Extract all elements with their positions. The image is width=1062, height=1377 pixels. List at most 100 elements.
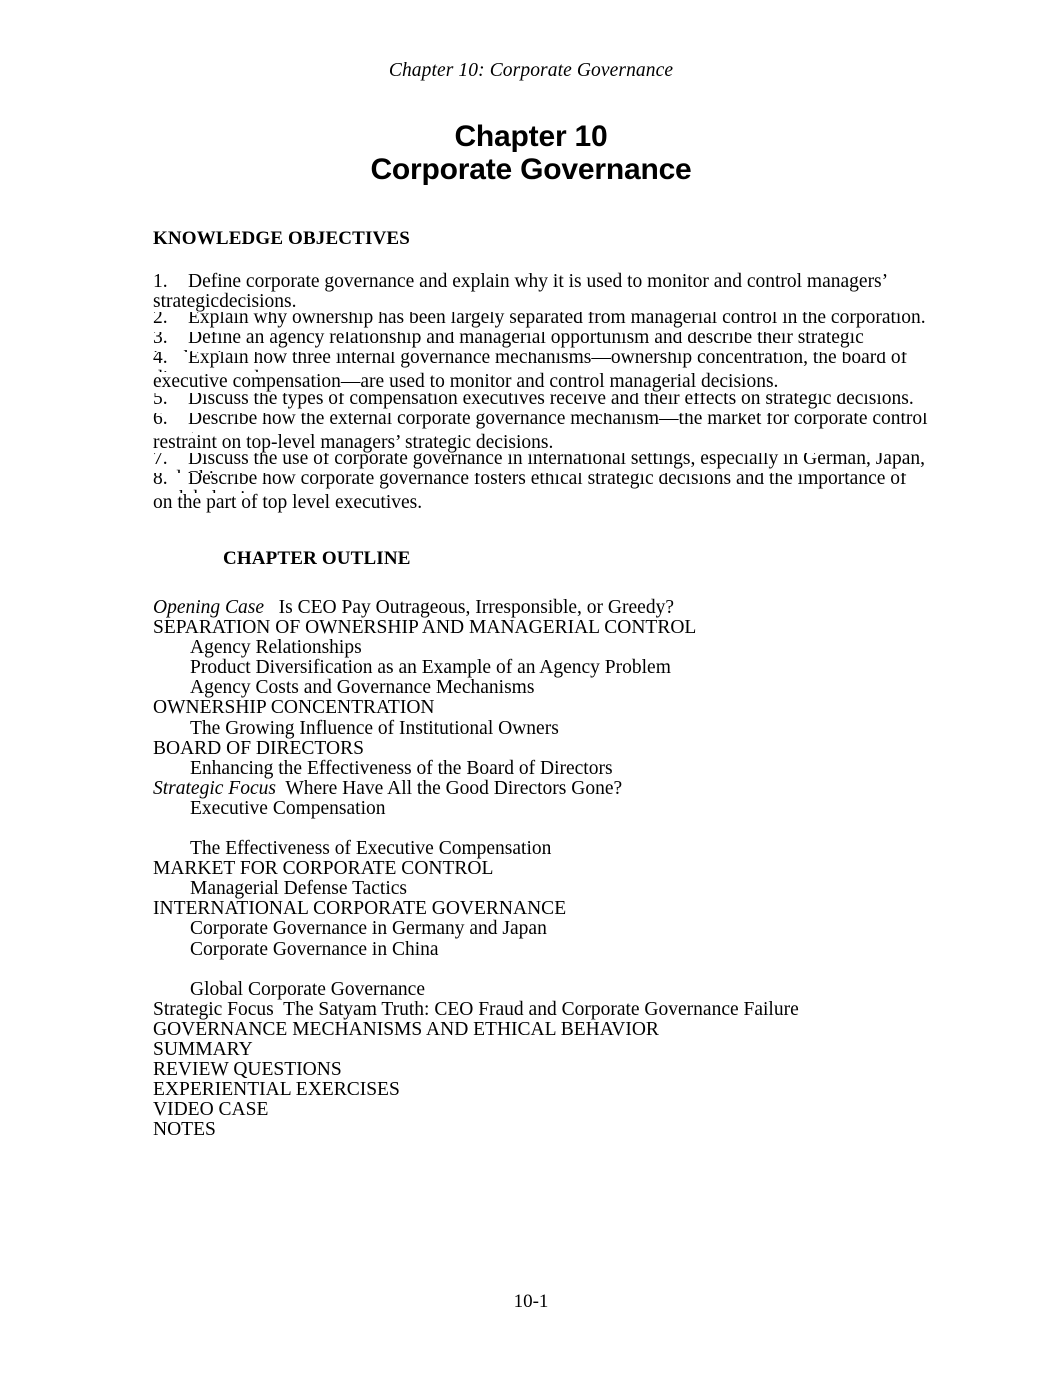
outline-item-text: Global Corporate Governance [190, 978, 425, 1000]
outline-spacer [153, 960, 943, 980]
objective-text: Describe how the external corporate gove… [153, 412, 928, 433]
outline-item: Strategic Focus The Satyam Truth: CEO Fr… [153, 998, 943, 1020]
objective-first-line-clip: 5. Discuss the types of compensation exec… [153, 393, 943, 413]
outline-item-text: EXPERIENTIAL EXERCISES [153, 1079, 400, 1101]
chapter-outline-heading: CHAPTER OUTLINE [223, 548, 411, 569]
objective-text: Explain why ownership has been largely s… [188, 312, 926, 329]
outline-subitem: Agency Costs and Governance Mechanisms [153, 678, 943, 698]
outline-subitem: Global Corporate Governance [153, 978, 943, 1000]
outline-subitem: Corporate Governance in Germany and Japa… [153, 919, 943, 939]
document-page: Chapter 10: Corporate Governance Chapter… [0, 0, 1062, 1377]
objective-first-line-clip: 2. Explain why ownership has been largely… [153, 312, 943, 332]
page-title-line-1: Chapter 10 [454, 120, 608, 153]
objective-continuation: restraint on top-level managers’ strateg… [153, 431, 554, 453]
objective-first-line-clip: 7. Discuss the use of corporate governanc… [153, 453, 943, 473]
outline-item: Opening Case Is CEO Pay Outrageous, Irre… [153, 597, 943, 618]
page-title-line-2: Corporate Governance [370, 153, 692, 186]
outline-item: SEPARATION OF OWNERSHIP AND MANAGERIAL C… [153, 618, 943, 638]
outline-subitem: Enhancing the Effectiveness of the Board… [153, 757, 943, 779]
objective-item: 3. Define an agency relationship and mana… [153, 332, 943, 352]
outline-item-text: Agency Costs and Governance Mechanisms [190, 677, 535, 699]
objective-first-line: 2. Explain why ownership has been largely… [153, 312, 943, 328]
outline-subitem: Agency Relationships [153, 638, 943, 658]
objective-item: 2. Explain why ownership has been largely… [153, 312, 943, 332]
outline-item: MARKET FOR CORPORATE CONTROL [153, 859, 943, 879]
objective-first-line-clip: 4. Explain how three internal governance … [153, 352, 943, 372]
outline-item: GOVERNANCE MECHANISMS AND ETHICAL BEHAVI… [153, 1018, 943, 1040]
objective-text: Discuss the use of corporate governance … [153, 452, 925, 473]
outline-item: OWNERSHIP CONCENTRATION [153, 698, 943, 718]
outline-subitem: The Effectiveness of Executive Compensat… [153, 838, 943, 860]
objective-number: 7. [153, 452, 168, 469]
objective-first-line: 5. Discuss the types of compensation exec… [153, 393, 943, 409]
outline-item-text: REVIEW QUESTIONS [153, 1058, 342, 1080]
outline-item-text: GOVERNANCE MECHANISMS AND ETHICAL BEHAVI… [153, 1018, 659, 1040]
objective-number: 8. [153, 472, 168, 489]
objective-first-line: 6. Describe how the external corporate go… [153, 413, 943, 433]
outline-item-text: Agency Relationships [190, 637, 362, 659]
knowledge-objectives-section: KNOWLEDGE OBJECTIVES 1. Define corporate … [153, 228, 943, 513]
objective-first-line: 3. Define an agency relationship and mana… [153, 332, 943, 352]
outline-item-text: INTERNATIONAL CORPORATE GOVERNANCE [153, 898, 567, 920]
objective-continuation: decisions. [219, 291, 297, 313]
outline-item-text: Executive Compensation [190, 797, 386, 819]
outline-subitem: Managerial Defense Tactics [153, 879, 943, 899]
outline-item-text: SUMMARY [153, 1038, 253, 1060]
chapter-outline-section: CHAPTER OUTLINE Opening Case Is CEO Pay … [153, 548, 943, 1140]
objective-number: 2. [153, 312, 168, 329]
objective-first-line-clip: 8. Describe how corporate governance fost… [153, 473, 943, 493]
outline-item-label: Opening Case [153, 597, 265, 618]
objective-number: 4. [153, 352, 168, 369]
outline-item: REVIEW QUESTIONS [153, 1058, 943, 1080]
outline-item-text: Enhancing the Effectiveness of the Board… [190, 757, 613, 779]
objective-first-line: 7. Discuss the use of corporate governanc… [153, 453, 943, 473]
outline-spacer [153, 819, 943, 839]
page-title: Chapter 10 Corporate Governance [0, 120, 1062, 186]
objective-number: 6. [153, 412, 168, 429]
objective-first-line: 8. Describe how corporate governance fost… [153, 473, 943, 493]
outline-item-text: MARKET FOR CORPORATE CONTROL [153, 858, 494, 880]
outline-item: INTERNATIONAL CORPORATE GOVERNANCE [153, 899, 943, 919]
outline-subitem: Corporate Governance in China [153, 938, 943, 960]
outline-item: NOTES [153, 1120, 943, 1140]
objective-first-line-clip: 6. Describe how the external corporate go… [153, 413, 943, 433]
objective-number: 3. [153, 332, 168, 349]
objective-first-line: 4. Explain how three internal governance … [153, 352, 943, 372]
outline-item-text: SEPARATION OF OWNERSHIP AND MANAGERIAL C… [153, 617, 697, 639]
objective-continuation: executive compensation—are used to monit… [153, 371, 779, 393]
objective-text: Discuss the types of compensation execut… [188, 392, 914, 409]
objective-continuation: on the part of top level executives. [153, 491, 423, 513]
outline-item-text: Corporate Governance in Germany and Japa… [190, 918, 547, 940]
outline-item-text: Where Have All the Good Directors Gone? [275, 777, 623, 799]
objective-text: Describe how corporate governance foster… [153, 472, 907, 493]
objective-item: 8. Describe how corporate governance fost… [153, 473, 943, 513]
outline-subitem: The Growing Influence of Institutional O… [153, 718, 943, 739]
outline-subitem: Product Diversification as an Example of… [153, 658, 943, 678]
outline-item-text: Is CEO Pay Outrageous, Irresponsible, or… [264, 597, 674, 618]
page-number-footer: 10-1 [513, 1291, 549, 1312]
outline-item-text: The Effectiveness of Executive Compensat… [190, 838, 552, 860]
outline-item-text: VIDEO CASE [153, 1099, 269, 1121]
objective-item: 4. Explain how three internal governance … [153, 352, 943, 392]
outline-item-text: Product Diversification as an Example of… [190, 657, 671, 679]
outline-item: Strategic Focus Where Have All the Good … [153, 777, 943, 799]
outline-item-text: Corporate Governance in China [190, 938, 439, 960]
outline-item-label: Strategic Focus [153, 998, 274, 1020]
objective-item: 5. Discuss the types of compensation exec… [153, 393, 943, 413]
outline-item: SUMMARY [153, 1038, 943, 1060]
objective-number: 5. [153, 392, 168, 409]
objective-item: 1. Define corporate governance and explai… [153, 271, 943, 313]
chapter-outline-list: Opening Case Is CEO Pay Outrageous, Irre… [153, 597, 943, 1140]
outline-item-text: OWNERSHIP CONCENTRATION [153, 697, 435, 719]
objective-number: 1. [153, 271, 168, 292]
knowledge-objectives-heading: KNOWLEDGE OBJECTIVES [153, 228, 410, 249]
objective-item: 7. Discuss the use of corporate governanc… [153, 453, 943, 473]
objective-first-line-clip: 3. Define an agency relationship and mana… [153, 332, 943, 352]
outline-subitem: Executive Compensation [153, 797, 943, 819]
objective-text: Define an agency relationship and manage… [153, 332, 864, 352]
outline-item: VIDEO CASE [153, 1100, 943, 1120]
outline-item: EXPERIENTIAL EXERCISES [153, 1080, 943, 1100]
outline-item: BOARD OF DIRECTORS [153, 738, 943, 759]
objective-item: 6. Describe how the external corporate go… [153, 413, 943, 453]
outline-item-text: The Satyam Truth: CEO Fraud and Corporat… [273, 998, 799, 1020]
